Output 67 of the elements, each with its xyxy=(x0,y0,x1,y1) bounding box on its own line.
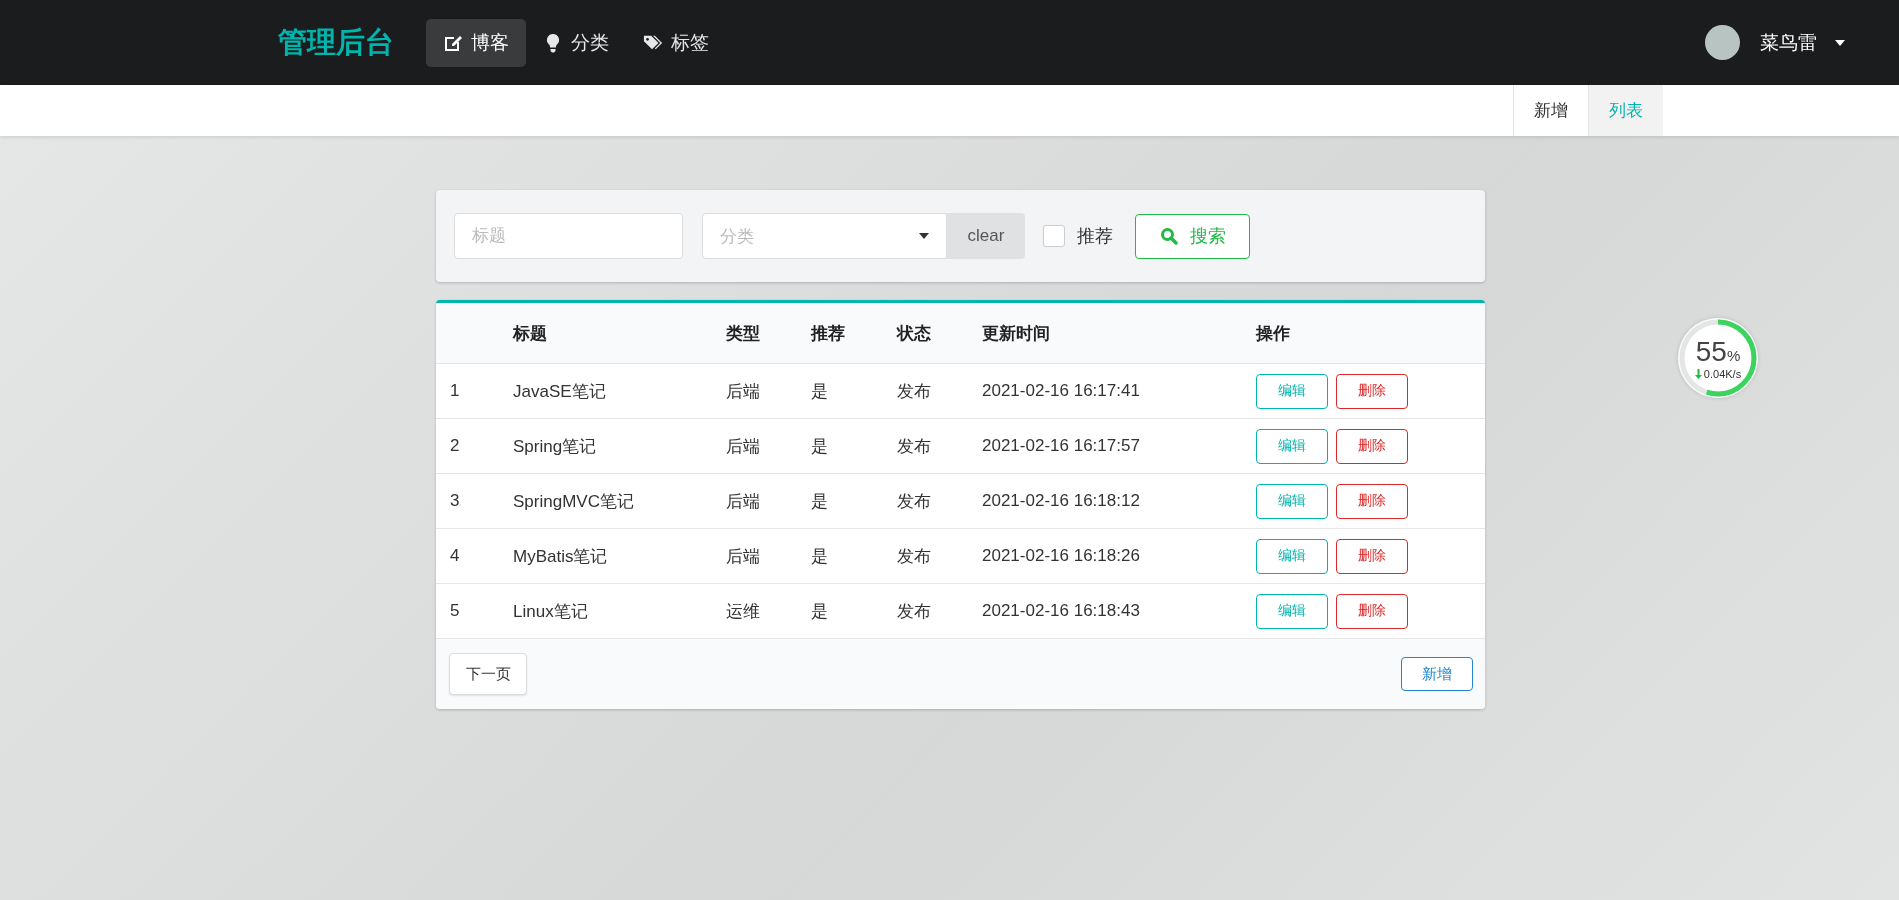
table-cell-text: Linux笔记 xyxy=(513,600,589,623)
table-cell-text: 2021-02-16 16:17:41 xyxy=(982,381,1141,401)
edit-button[interactable]: 编辑 xyxy=(1256,538,1328,574)
caret-icon xyxy=(1835,39,1845,46)
column-header: 更新时间 xyxy=(982,322,1051,345)
table-cell-text: 后端 xyxy=(726,435,761,458)
column-header: 类型 xyxy=(726,322,761,345)
nav-menu-item[interactable]: 分类 xyxy=(526,18,626,67)
edit-button[interactable]: 编辑 xyxy=(1256,428,1328,464)
table-cell-text: 发布 xyxy=(897,600,932,623)
checkbox-label: 推荐 xyxy=(1077,225,1113,248)
down-arrow-icon xyxy=(1694,369,1702,379)
table-cell-text: 是 xyxy=(811,545,829,568)
recommend-checkbox[interactable] xyxy=(1043,225,1065,247)
edit-button[interactable]: 编辑 xyxy=(1256,373,1328,409)
table-cell-text: MyBatis笔记 xyxy=(513,545,609,568)
site-logo[interactable]: 管理后台 xyxy=(278,22,394,63)
edit-button[interactable]: 编辑 xyxy=(1256,483,1328,519)
table-cell-text: 3 xyxy=(450,491,461,511)
table-cell-text: 5 xyxy=(450,601,461,621)
delete-button[interactable]: 删除 xyxy=(1336,428,1408,464)
submenu-tab[interactable]: 新增 xyxy=(1513,85,1588,136)
table-cell-text: 是 xyxy=(811,490,829,513)
add-button[interactable]: 新增 xyxy=(1401,657,1473,691)
column-header: 标题 xyxy=(513,322,548,345)
user-menu[interactable]: 菜鸟雷 xyxy=(1754,28,1851,57)
delete-button[interactable]: 删除 xyxy=(1336,538,1408,574)
table-cell-text: Spring笔记 xyxy=(513,435,598,458)
search-icon xyxy=(1159,227,1178,245)
edit-button[interactable]: 编辑 xyxy=(1256,593,1328,629)
table-cell-text: 1 xyxy=(450,381,461,401)
avatar[interactable] xyxy=(1705,25,1740,60)
search-button[interactable]: 搜索 xyxy=(1135,213,1250,259)
delete-button[interactable]: 删除 xyxy=(1336,483,1408,519)
nav-menu-item[interactable]: 博客 xyxy=(426,18,526,67)
delete-button[interactable]: 删除 xyxy=(1336,593,1408,629)
table-cell-text: 2 xyxy=(450,436,461,456)
table-cell-text: 发布 xyxy=(897,380,932,403)
table-cell-text: 发布 xyxy=(897,435,932,458)
table-cell-text: 是 xyxy=(811,435,829,458)
delete-button[interactable]: 删除 xyxy=(1336,373,1408,409)
table-cell-text: 4 xyxy=(450,546,461,566)
title-input[interactable]: 标题 xyxy=(454,213,683,259)
table-cell-text: JavaSE笔记 xyxy=(513,380,607,403)
table-cell-text: 2021-02-16 16:18:43 xyxy=(982,601,1141,621)
table-cell-text: 2021-02-16 16:18:26 xyxy=(982,546,1141,566)
table-cell-text: 发布 xyxy=(897,490,932,513)
table-cell-text: 后端 xyxy=(726,380,761,403)
network-speed: 0.04K/s xyxy=(1694,368,1742,380)
column-header: 状态 xyxy=(897,322,932,345)
column-header: 推荐 xyxy=(811,322,846,345)
table-cell-text: 后端 xyxy=(726,490,761,513)
table-cell-text: SpringMVC笔记 xyxy=(513,490,635,513)
nav-menu-item[interactable]: 标签 xyxy=(626,18,726,67)
next-page-button[interactable]: 下一页 xyxy=(449,653,527,695)
table-cell-text: 发布 xyxy=(897,545,932,568)
column-header: 操作 xyxy=(1256,322,1291,345)
clear-button[interactable]: clear xyxy=(947,213,1025,259)
table-cell-text: 是 xyxy=(811,600,829,623)
table-cell-text: 2021-02-16 16:17:57 xyxy=(982,436,1141,456)
table-cell-text: 后端 xyxy=(726,545,761,568)
table-cell-text: 是 xyxy=(811,380,829,403)
caret-icon xyxy=(919,233,929,239)
usage-percent: 55% xyxy=(1695,336,1741,368)
table-cell-text: 2021-02-16 16:18:12 xyxy=(982,491,1141,511)
table-cell-text: 运维 xyxy=(726,600,761,623)
speed-widget[interactable]: 55% 0.04K/s xyxy=(1678,318,1758,398)
